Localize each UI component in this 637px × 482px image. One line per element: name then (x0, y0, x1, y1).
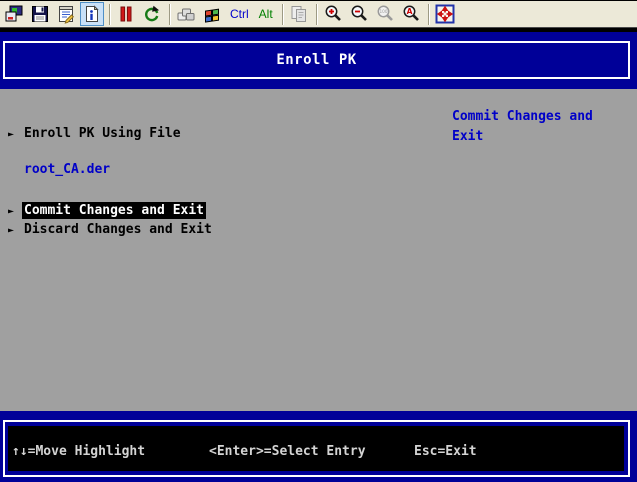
connection-info-button[interactable] (80, 2, 104, 26)
page-title: Enroll PK (276, 52, 356, 68)
zoom-out-icon (349, 4, 369, 24)
info-icon (82, 4, 102, 24)
alt-toggle-button[interactable]: Alt (255, 2, 277, 26)
zoom-auto-icon: A (401, 4, 421, 24)
send-ctrl-esc-button[interactable] (200, 2, 224, 26)
hint-select-entry: <Enter>=Select Entry (209, 444, 366, 459)
pause-button[interactable] (114, 2, 138, 26)
menu-item-discard-changes-and-exit[interactable]: ► Discard Changes and Exit (0, 221, 440, 238)
pause-icon (116, 4, 136, 24)
new-connection-icon (4, 4, 24, 24)
connection-options-button[interactable] (54, 2, 78, 26)
selected-file-row: root_CA.der (0, 161, 440, 178)
ctrl-toggle-label: Ctrl (230, 7, 249, 21)
zoom-auto-button[interactable]: A (399, 2, 423, 26)
windows-logo-icon (202, 4, 222, 24)
toolbar-separator (282, 4, 284, 25)
vnc-toolbar: Ctrl Alt (0, 0, 637, 28)
menu-item-commit-changes-and-exit[interactable]: ► Commit Changes and Exit (0, 202, 440, 219)
title-box: Enroll PK (3, 41, 630, 79)
save-session-button[interactable] (28, 2, 52, 26)
refresh-icon (142, 4, 162, 24)
full-screen-button[interactable] (433, 2, 457, 26)
selected-file-value: root_CA.der (24, 161, 110, 178)
menu-item-enroll-pk-using-file[interactable]: ► Enroll PK Using File (0, 125, 440, 142)
toolbar-separator (316, 4, 318, 25)
uefi-footer-band: ↑↓=Move Highlight <Enter>=Select Entry E… (0, 411, 637, 482)
uefi-header-band: Enroll PK (0, 32, 637, 89)
menu-item-label: Discard Changes and Exit (24, 221, 212, 238)
zoom-in-icon (323, 4, 343, 24)
submenu-arrow-icon: ► (8, 203, 14, 220)
zoom-100-button[interactable]: 100 (373, 2, 397, 26)
submenu-arrow-icon: ► (8, 126, 14, 143)
hint-move-highlight: ↑↓=Move Highlight (12, 444, 145, 459)
uefi-setup-screen: Enroll PK ► Enroll PK Using File root_CA… (0, 32, 637, 482)
vnc-viewer-window: Ctrl Alt (0, 0, 637, 482)
submenu-arrow-icon: ► (8, 222, 14, 239)
item-help-line1: Commit Changes and (452, 107, 627, 127)
menu-item-label: Enroll PK Using File (24, 125, 181, 142)
item-help-panel: Commit Changes and Exit (452, 107, 627, 147)
send-ctrl-alt-del-button[interactable] (174, 2, 198, 26)
alt-toggle-label: Alt (259, 7, 273, 21)
zoom-out-button[interactable] (347, 2, 371, 26)
new-connection-button[interactable] (2, 2, 26, 26)
floppy-save-icon (30, 4, 50, 24)
fullscreen-icon (435, 4, 455, 24)
hint-esc-exit: Esc=Exit (414, 444, 477, 459)
file-transfer-button[interactable] (287, 2, 311, 26)
copy-icon (289, 4, 309, 24)
zoom-in-button[interactable] (321, 2, 345, 26)
svg-text:A: A (406, 7, 412, 16)
item-help-line2: Exit (452, 127, 627, 147)
menu-item-label-highlighted: Commit Changes and Exit (22, 202, 206, 219)
toolbar-separator (169, 4, 171, 25)
zoom-100-icon: 100 (375, 4, 395, 24)
refresh-button[interactable] (140, 2, 164, 26)
svg-text:100: 100 (379, 9, 387, 14)
toolbar-separator (428, 4, 430, 25)
ctrl-toggle-button[interactable]: Ctrl (226, 2, 253, 26)
options-icon (56, 4, 76, 24)
toolbar-separator (109, 4, 111, 25)
keyboard-icon (176, 4, 196, 24)
